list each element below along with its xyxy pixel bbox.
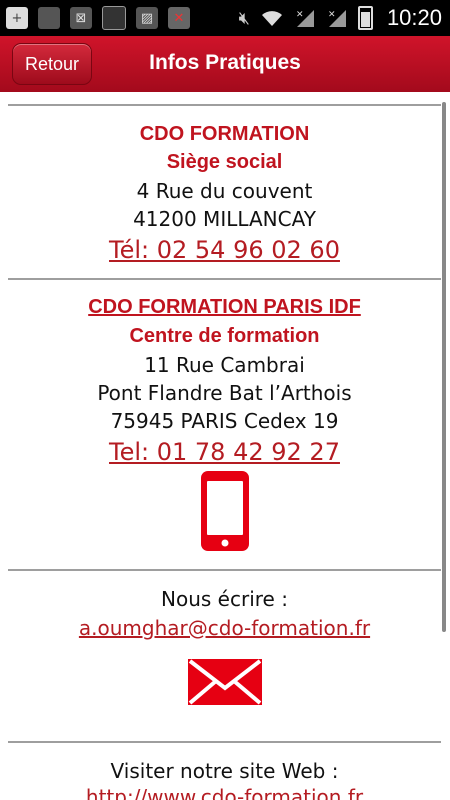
add-icon: + [6, 7, 28, 29]
divider [8, 741, 441, 743]
wifi-icon [261, 11, 282, 26]
paris-address-line3: 75945 PARIS Cedex 19 [110, 409, 339, 433]
mail-icon[interactable] [187, 658, 263, 706]
siege-address-line1: 4 Rue du couvent [136, 179, 313, 203]
signal-icon: ✕ [328, 10, 346, 27]
divider [8, 104, 441, 106]
paris-subtitle: Centre de formation [129, 325, 320, 347]
battery-icon [357, 6, 373, 30]
scrollbar[interactable] [442, 102, 446, 632]
website-label: Visiter notre site Web : [110, 759, 339, 783]
signal-icon: ✕ [296, 10, 314, 27]
email-link[interactable]: a.oumghar@cdo-formation.fr [79, 616, 370, 640]
divider [8, 569, 441, 571]
contact-label: Nous écrire : [161, 587, 288, 611]
paris-address-line2: Pont Flandre Bat l’Arthois [97, 381, 352, 405]
info-content[interactable]: CDO FORMATION Siège social 4 Rue du couv… [0, 92, 450, 800]
siege-address-line2: 41200 MILLANCAY [133, 207, 316, 231]
image-icon: ▨ [136, 7, 158, 29]
status-time: 10:20 [386, 5, 442, 30]
status-bar-notifications: + ⊠ ▨ ✕ [6, 6, 190, 30]
svg-text:✕: ✕ [328, 10, 336, 20]
paris-address-line1: 11 Rue Cambrai [144, 353, 305, 377]
page-title: Infos Pratiques [149, 51, 301, 74]
notification-icon [102, 6, 126, 30]
no-sim-icon: ✕ [168, 7, 190, 29]
website-link[interactable]: http://www.cdo-formation.fr [86, 785, 363, 800]
paris-phone-link[interactable]: Tel: 01 78 42 92 27 [109, 438, 340, 466]
svg-text:✕: ✕ [296, 10, 304, 20]
mute-icon: 🔇︎ [238, 7, 250, 29]
siege-company: CDO FORMATION [139, 123, 310, 145]
status-bar: + ⊠ ▨ ✕ 🔇︎ ✕ ✕ 10:20 [0, 0, 450, 36]
notification-icon [38, 7, 60, 29]
app-header: Retour Infos Pratiques [0, 36, 450, 92]
notification-icon: ⊠ [70, 7, 92, 29]
status-bar-system: 🔇︎ ✕ ✕ 10:20 [239, 5, 442, 31]
siege-subtitle: Siège social [166, 151, 283, 173]
smartphone-icon[interactable] [200, 470, 250, 552]
paris-company: CDO FORMATION PARIS IDF [88, 296, 361, 318]
siege-phone-link[interactable]: Tél: 02 54 96 02 60 [109, 236, 340, 264]
divider [8, 278, 441, 280]
